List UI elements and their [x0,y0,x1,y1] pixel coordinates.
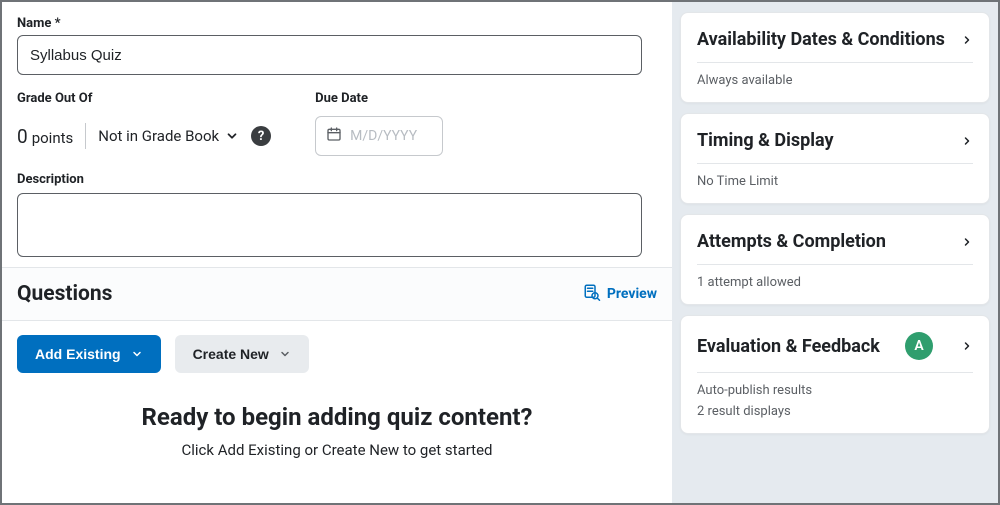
due-date-input[interactable]: M/D/YYYY [315,116,443,156]
create-new-label: Create New [193,346,269,362]
preview-label: Preview [607,286,657,302]
chevron-down-icon [131,348,143,360]
due-placeholder: M/D/YYYY [350,128,417,144]
description-label: Description [17,172,657,187]
name-input[interactable] [17,35,642,75]
main-panel: Name * Grade Out Of 0points Not in Grade… [2,2,672,503]
grade-out-of: Grade Out Of 0points Not in Grade Book [17,91,271,156]
calendar-icon [326,126,342,146]
question-buttons: Add Existing Create New [2,321,672,387]
panel-availability[interactable]: Availability Dates & Conditions Always a… [680,12,990,103]
points-word: points [32,129,74,147]
due-date: Due Date M/D/YYYY [315,91,443,156]
panel-line: 1 attempt allowed [697,275,973,290]
preview-button[interactable]: Preview [583,283,657,305]
panel-evaluation[interactable]: Evaluation & Feedback A Auto-publish res… [680,315,990,434]
panel-title: Evaluation & Feedback [697,336,880,357]
sidebar: Availability Dates & Conditions Always a… [672,2,998,503]
help-icon[interactable]: ? [251,126,271,146]
panel-title: Timing & Display [697,130,834,151]
panel-attempts[interactable]: Attempts & Completion 1 attempt allowed [680,214,990,305]
add-existing-label: Add Existing [35,346,121,362]
create-new-button[interactable]: Create New [175,335,309,373]
empty-subtitle: Click Add Existing or Create New to get … [17,441,657,459]
panel-timing[interactable]: Timing & Display No Time Limit [680,113,990,204]
description-section: Description [17,172,657,257]
panel-title: Attempts & Completion [697,231,886,252]
preview-icon [583,283,601,305]
divider [85,123,86,149]
grade-due-row: Grade Out Of 0points Not in Grade Book [17,91,657,156]
points-display: 0points [17,125,73,148]
chevron-down-icon [225,129,239,143]
app-frame: Name * Grade Out Of 0points Not in Grade… [0,0,1000,505]
name-label: Name * [17,16,657,31]
questions-header: Questions Preview [2,267,672,321]
panel-line: Auto-publish results [697,383,973,398]
panel-title: Availability Dates & Conditions [697,29,945,50]
questions-title: Questions [17,282,112,306]
chevron-right-icon [961,133,973,149]
chevron-right-icon [961,234,973,250]
empty-state: Ready to begin adding quiz content? Clic… [2,387,672,463]
panel-line: 2 result displays [697,404,973,419]
points-number: 0 [17,125,28,148]
quiz-form: Name * Grade Out Of 0points Not in Grade… [2,2,672,267]
description-input[interactable] [17,193,642,257]
panel-line: Always available [697,73,973,88]
empty-title: Ready to begin adding quiz content? [17,403,657,431]
panel-line: No Time Limit [697,174,973,189]
badge-a: A [905,332,933,360]
add-existing-button[interactable]: Add Existing [17,335,161,373]
gradebook-label: Not in Grade Book [98,127,219,145]
gradebook-dropdown[interactable]: Not in Grade Book [98,127,239,145]
grade-body: 0points Not in Grade Book ? [17,116,271,156]
chevron-right-icon [961,32,973,48]
grade-label: Grade Out Of [17,91,271,106]
due-label: Due Date [315,91,443,106]
chevron-right-icon [961,338,973,354]
chevron-down-icon [279,348,291,360]
